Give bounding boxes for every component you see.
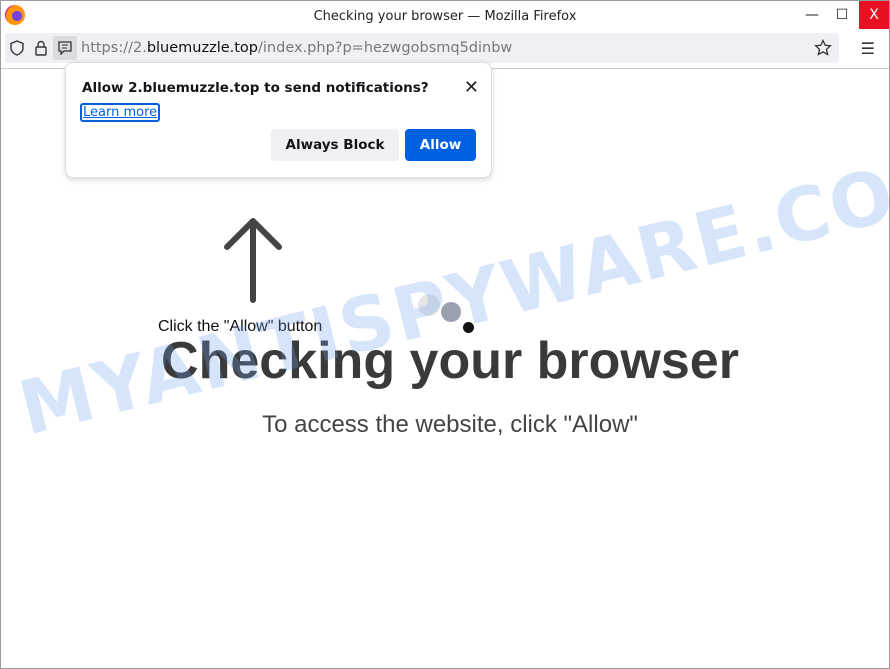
hamburger-menu-icon[interactable]: ☰ xyxy=(861,39,875,58)
notification-permission-popup: Allow 2.bluemuzzle.top to send notificat… xyxy=(65,62,492,178)
firefox-logo-icon xyxy=(5,5,25,25)
url-bar[interactable]: https://2.bluemuzzle.top/index.php?p=hez… xyxy=(5,33,839,63)
learn-more-link[interactable]: Learn more xyxy=(80,103,161,122)
url-path: /index.php?p=hezwgobsmq5dinbw xyxy=(258,40,513,56)
window-title: Checking your browser — Mozilla Firefox xyxy=(313,8,577,24)
notification-permission-icon[interactable] xyxy=(53,36,77,60)
url-prefix: https://2. xyxy=(81,40,147,56)
bookmark-star-icon[interactable] xyxy=(811,36,835,60)
close-window-button[interactable]: X xyxy=(859,1,889,29)
shield-icon[interactable] xyxy=(5,36,29,60)
url-text[interactable]: https://2.bluemuzzle.top/index.php?p=hez… xyxy=(81,40,512,56)
watermark: MYANTISPYWARE.COM xyxy=(11,133,890,453)
maximize-button[interactable]: ☐ xyxy=(827,1,857,29)
minimize-button[interactable]: — xyxy=(797,1,827,29)
title-bar: Checking your browser — Mozilla Firefox … xyxy=(1,1,889,31)
always-block-button[interactable]: Always Block xyxy=(271,129,399,161)
close-icon[interactable]: ✕ xyxy=(464,77,479,98)
allow-button[interactable]: Allow xyxy=(405,129,476,161)
arrow-up-icon xyxy=(224,218,282,303)
popup-title: Allow 2.bluemuzzle.top to send notificat… xyxy=(82,80,429,96)
lock-icon[interactable] xyxy=(29,36,53,60)
url-domain: bluemuzzle.top xyxy=(146,40,259,56)
